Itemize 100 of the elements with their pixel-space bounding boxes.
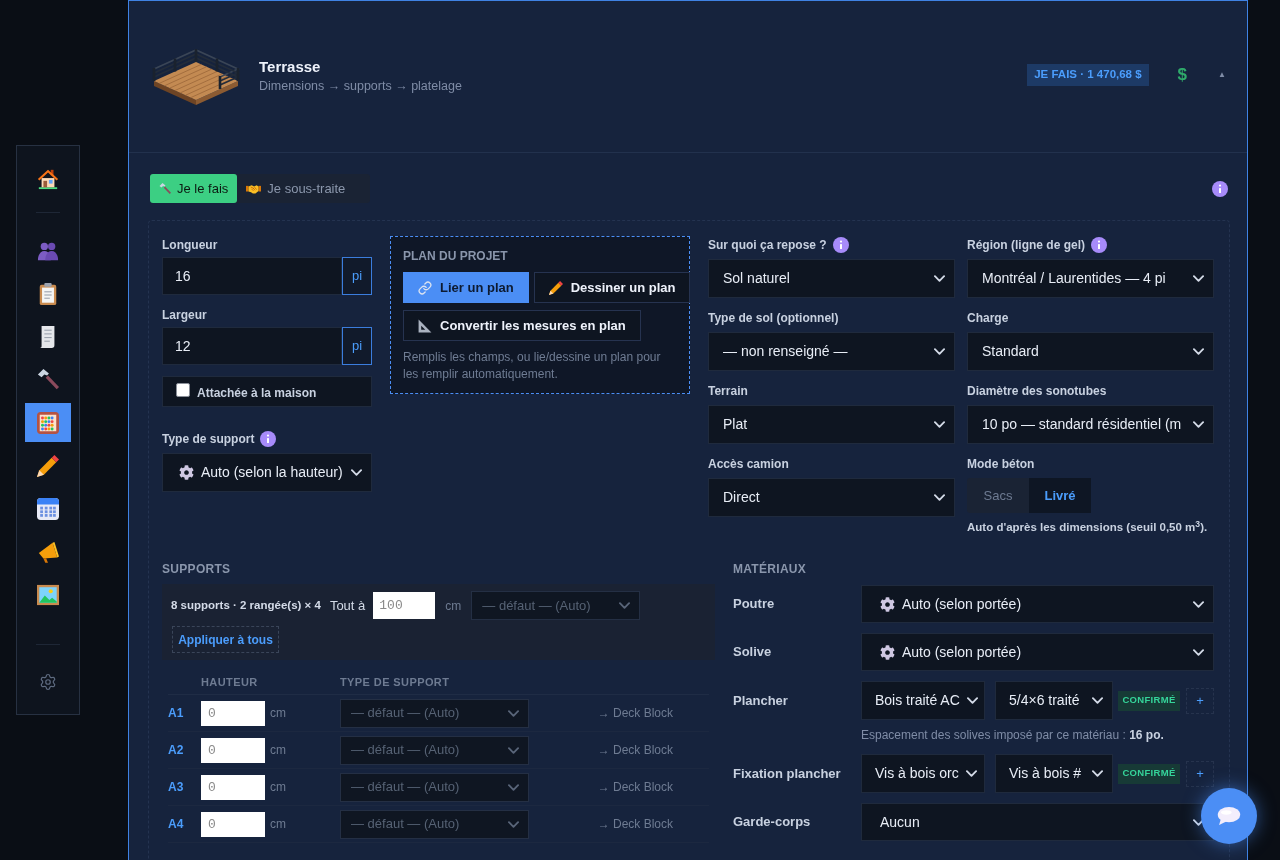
row-label: A4 (168, 816, 185, 833)
field-label: Fixation plancher (733, 764, 842, 783)
chevron-down-icon (934, 348, 945, 355)
chevron-down-icon (934, 494, 945, 501)
add-button[interactable]: + (1186, 760, 1214, 787)
field-label: Diamètre des sonotubes (967, 383, 1107, 399)
chevron-down-icon (508, 783, 519, 791)
result-text: → Deck Block (597, 816, 673, 833)
select-field[interactable]: Bois traité AC (861, 681, 985, 720)
collapse-caret[interactable]: ▲ (1218, 69, 1226, 81)
result-text: → Deck Block (597, 705, 673, 722)
status-badge: CONFIRMÉ (1118, 763, 1180, 784)
field-label: Longueur (162, 237, 219, 253)
select-field[interactable]: Montréal / Laurentides — 4 pi (967, 259, 1214, 298)
input-field[interactable]: 100 (373, 592, 436, 619)
section-heading: MATÉRIAUX (733, 561, 808, 577)
field-label: Plancher (733, 691, 789, 710)
picture-icon (37, 583, 59, 606)
field-label: Tout à (329, 596, 366, 615)
select-field[interactable]: Auto (selon portée) (861, 585, 1214, 623)
chevron-down-icon (508, 746, 519, 754)
chevron-down-icon (1193, 648, 1204, 656)
input-field[interactable]: 16 (162, 257, 342, 295)
select-field[interactable]: 10 po — standard résidentiel (m (967, 405, 1214, 444)
unit-label: cm (445, 597, 462, 615)
segment-option[interactable]: Livré (1029, 478, 1091, 513)
unit-label: cm (270, 779, 286, 796)
field-label: Poutre (733, 595, 776, 614)
result-text: → Deck Block (597, 779, 673, 796)
note-text: Espacement des solives imposé par ce matériau : 16 po. (860, 727, 1165, 743)
unit-label: cm (270, 742, 286, 759)
select-field[interactable]: Vis à bois # (995, 754, 1113, 793)
calendar-icon (37, 497, 59, 520)
section-heading: SUPPORTS (162, 561, 232, 577)
segment-option[interactable]: Sacs (967, 478, 1029, 513)
triangle-ruler-icon (418, 318, 432, 333)
unit-addon: pi (342, 257, 372, 295)
chevron-down-icon (934, 275, 945, 282)
select-field[interactable]: Sol naturel (708, 259, 955, 298)
document-icon (39, 325, 57, 348)
settings-icon (39, 672, 57, 691)
select-field[interactable]: Vis à bois orc (861, 754, 985, 793)
field-label: Largeur (162, 307, 208, 323)
clipboard-icon (38, 282, 58, 305)
chevron-down-icon (934, 421, 945, 428)
select-field[interactable]: Standard (967, 332, 1214, 371)
chevron-down-icon (351, 469, 362, 476)
checkbox[interactable] (176, 383, 190, 397)
input-field[interactable]: 0 (201, 811, 265, 837)
currency-sign: $ (1177, 64, 1188, 87)
pencil-icon (548, 280, 563, 295)
apply-button[interactable]: Appliquer à tous (172, 626, 279, 653)
select-field[interactable]: — non renseigné — (708, 332, 955, 371)
convert-plan-button[interactable]: Convertir les mesures en plan (403, 310, 641, 341)
field-label: Garde-corps (733, 813, 812, 832)
link-icon (418, 280, 432, 295)
cost-badge: JE FAIS · 1 470,68 $ (1027, 64, 1149, 86)
select-field[interactable]: Auto (selon la hauteur) (162, 453, 372, 492)
mode-tab[interactable]: Je sous-traite (237, 174, 355, 203)
hammer-icon (159, 182, 171, 195)
row-label: A1 (168, 705, 185, 722)
input-field[interactable]: 0 (201, 774, 265, 800)
field-label: Région (ligne de gel) (967, 237, 1085, 253)
link-plan-button[interactable]: Lier un plan (403, 272, 529, 303)
field-label: Charge (967, 310, 1009, 326)
input-field[interactable]: 12 (162, 327, 342, 365)
add-button[interactable]: + (1186, 687, 1214, 714)
chevron-down-icon (965, 770, 977, 777)
select-field[interactable]: Aucun (861, 803, 1214, 841)
input-field[interactable]: 0 (201, 737, 265, 763)
chevron-down-icon (619, 602, 631, 609)
result-text: → Deck Block (597, 742, 673, 759)
select-field[interactable]: Direct (708, 478, 955, 517)
info-icon (1212, 180, 1228, 197)
select-field[interactable]: Auto (selon portée) (861, 633, 1214, 671)
field-label: Solive (733, 643, 773, 662)
column-header: HAUTEUR (201, 675, 259, 691)
status-badge: CONFIRMÉ (1118, 690, 1180, 711)
abacus-icon (37, 411, 59, 434)
mode-tab[interactable]: Je le fais (150, 174, 238, 203)
chevron-down-icon (1193, 421, 1204, 428)
house-icon (37, 167, 59, 190)
field-label: Type de sol (optionnel) (708, 310, 839, 326)
field-label: Mode béton (967, 456, 1035, 472)
input-field[interactable]: 0 (201, 700, 265, 726)
chevron-down-icon (1193, 275, 1204, 282)
speech-bubble-icon (1217, 807, 1241, 825)
section-title: Terrasse (259, 56, 322, 77)
checkbox-label: Attachée à la maison (197, 385, 317, 402)
chevron-down-icon (1092, 697, 1103, 704)
column-header: TYPE DE SUPPORT (340, 675, 450, 691)
select-field[interactable]: 5/4×6 traité (995, 681, 1113, 720)
unit-label: cm (270, 816, 286, 833)
field-label: Accès camion (708, 456, 789, 472)
select-field[interactable]: Plat (708, 405, 955, 444)
field-label: Terrain (708, 383, 748, 399)
draw-plan-button[interactable]: Dessiner un plan (533, 272, 691, 303)
field-label: Type de support (162, 431, 255, 447)
unit-addon: pi (342, 327, 372, 365)
megaphone-icon (37, 540, 59, 563)
